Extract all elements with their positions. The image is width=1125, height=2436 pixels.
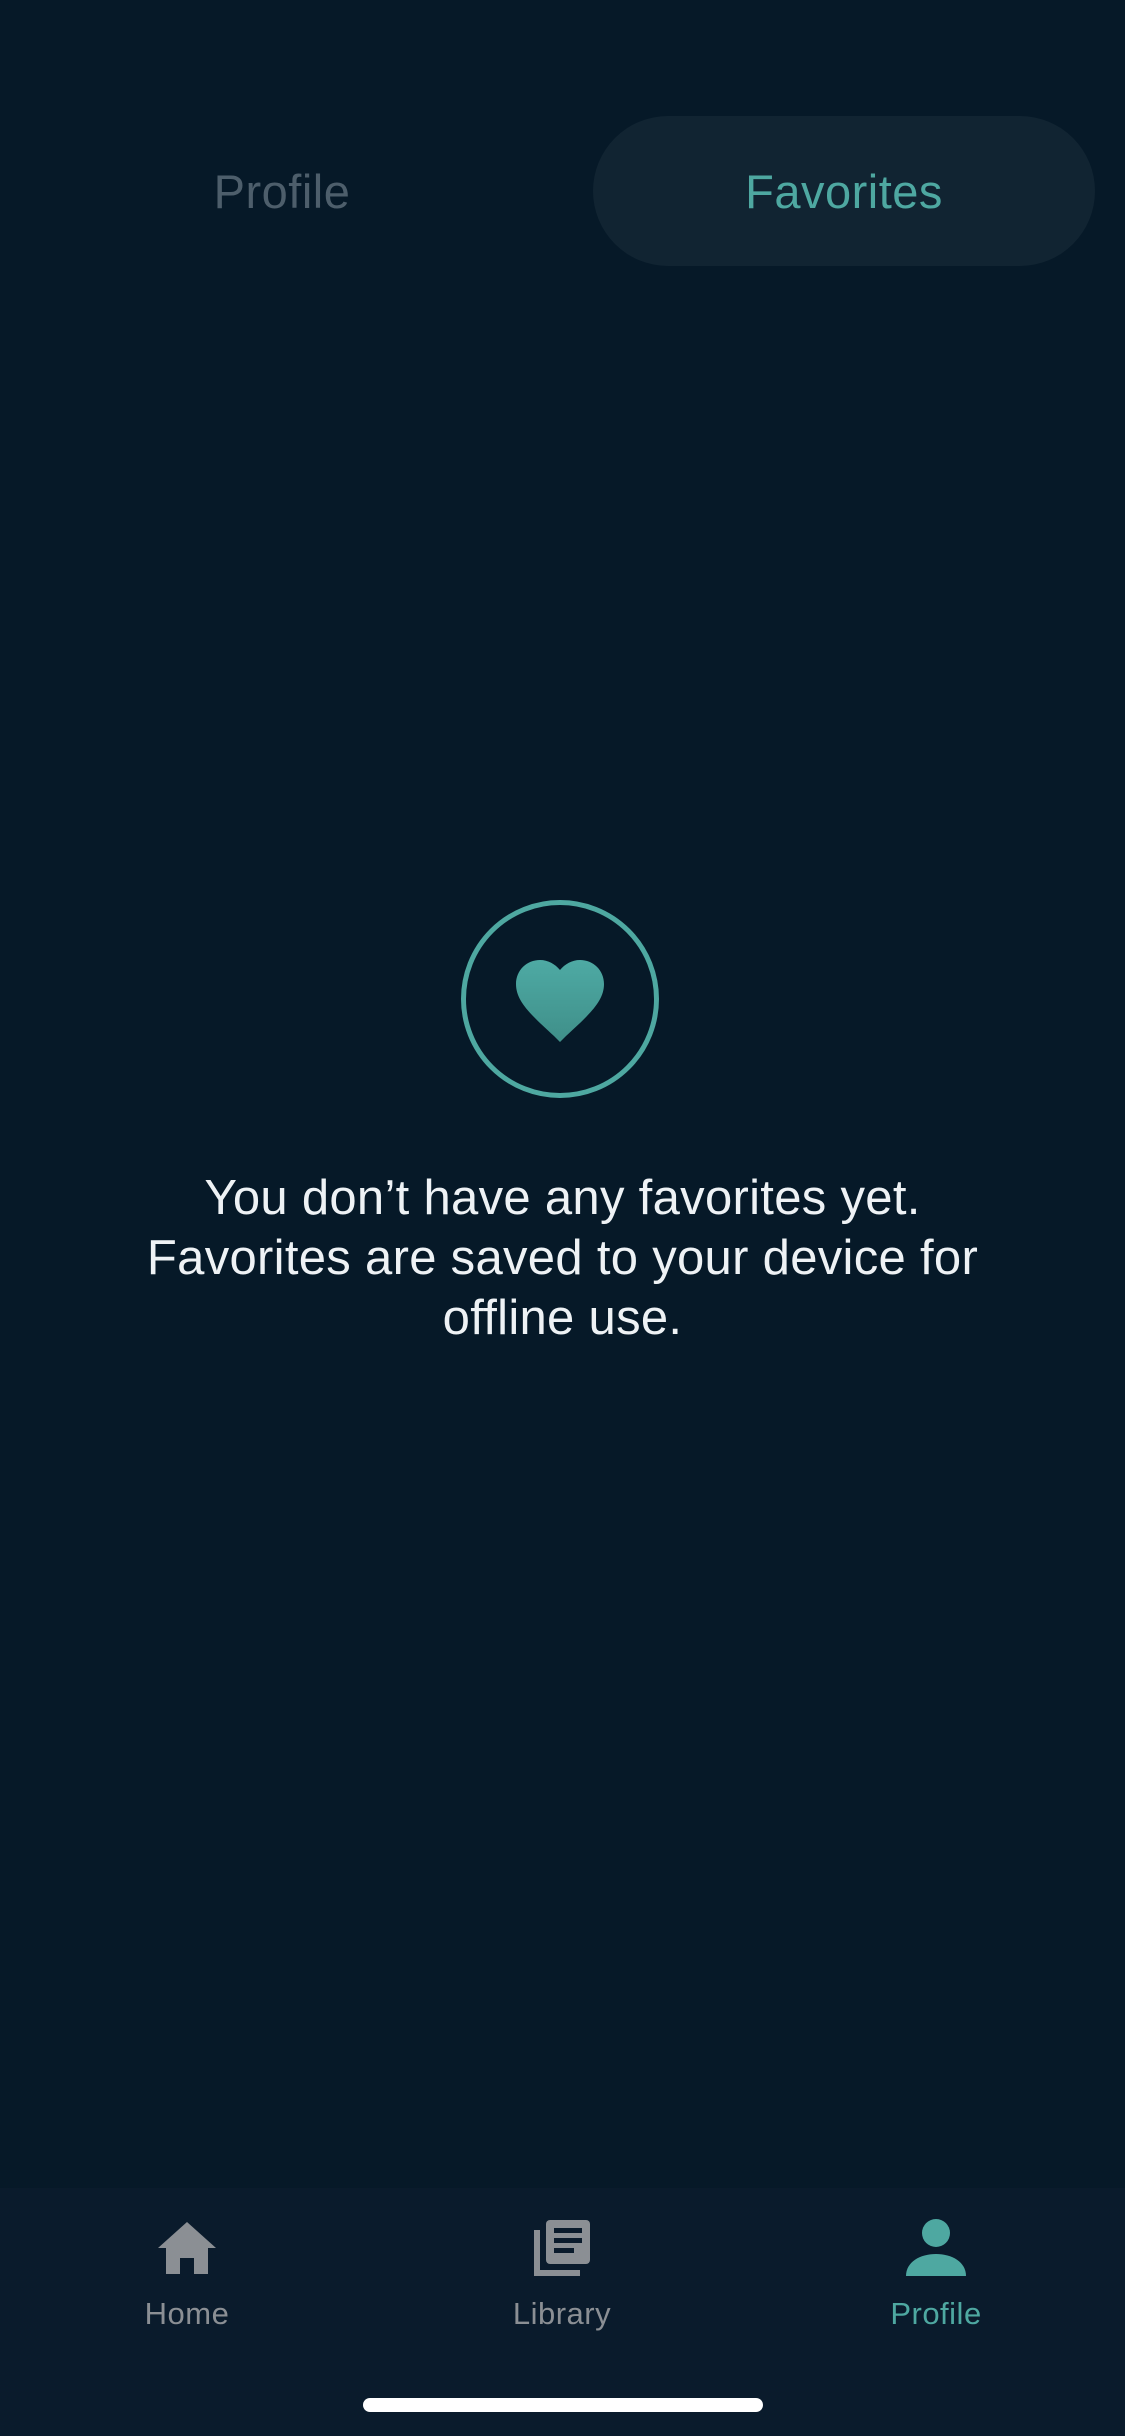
empty-message: You don’t have any favorites yet. Favori… — [90, 1168, 1035, 1348]
empty-message-line: You don’t have any favorites yet. — [204, 1171, 921, 1225]
person-icon — [904, 2216, 968, 2280]
tab-profile[interactable]: Profile — [32, 116, 532, 266]
home-icon — [155, 2216, 219, 2280]
heart-badge — [461, 900, 659, 1098]
tabbar-item-home[interactable]: Home — [87, 2216, 287, 2336]
heart-icon — [516, 960, 604, 1042]
favorites-screen: Profile Favorites You don’t have any fav… — [0, 0, 1125, 2436]
tabbar-item-profile[interactable]: Profile — [836, 2216, 1036, 2336]
tabbar-label: Profile — [890, 2296, 982, 2331]
library-icon — [530, 2216, 594, 2280]
empty-message-line: offline use. — [442, 1291, 683, 1345]
tab-favorites[interactable]: Favorites — [593, 116, 1095, 266]
segmented-tabs: Profile Favorites — [0, 116, 1125, 266]
tabbar-label: Library — [512, 2296, 612, 2331]
empty-message-line: Favorites are saved to your device for — [146, 1231, 979, 1285]
tabbar-label: Home — [144, 2296, 230, 2331]
tabbar-item-library[interactable]: Library — [462, 2216, 662, 2336]
home-indicator[interactable] — [363, 2398, 763, 2412]
